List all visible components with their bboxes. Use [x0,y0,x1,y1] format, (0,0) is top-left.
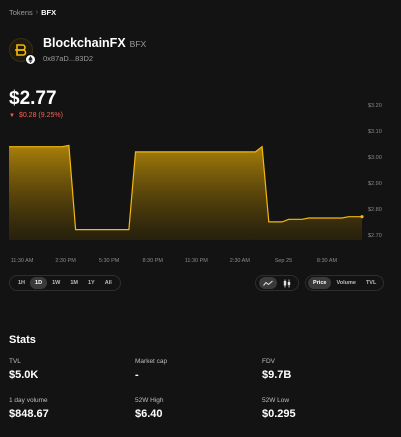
breadcrumb: Tokens › BFX [9,8,56,17]
stat-value: $5.0K [9,369,39,381]
stat-value: $9.7B [262,369,292,381]
metric-button-volume[interactable]: Volume [331,277,360,289]
range-button-1d[interactable]: 1D [30,277,48,289]
stat-52w-high: 52W High $6.40 [135,397,164,420]
time-range-selector: 1H 1D 1W 1M 1Y All [9,275,121,291]
stat-label: FDV [262,358,275,365]
breadcrumb-tokens-link[interactable]: Tokens [9,8,33,17]
x-tick-label: 2:30 PM [55,258,76,264]
x-tick-label: Sep 25 [275,258,292,264]
x-tick-label: 11:30 PM [185,258,209,264]
stat-label: 52W High [135,397,164,404]
candlestick-button[interactable] [278,277,296,289]
stat-label: 1 day volume [9,397,48,404]
range-button-1m[interactable]: 1M [65,277,83,289]
metric-button-tvl[interactable]: TVL [361,277,381,289]
y-tick-label: $2.80 [368,207,382,213]
stat-52w-low: 52W Low $0.295 [262,397,296,420]
x-tick-label: 8:30 PM [142,258,163,264]
range-button-1h[interactable]: 1H [13,277,30,289]
y-tick-label: $2.90 [368,181,382,187]
token-symbol: BFX [129,39,147,49]
price-area [9,145,362,240]
line-chart-button[interactable] [258,277,277,289]
token-header: BlockchainFX BFX 0x87aD...83D2 [9,36,147,65]
stats-title: Stats [9,334,36,346]
y-tick-label: $3.00 [368,155,382,161]
stat-value: $6.40 [135,408,163,420]
stat-value: - [135,369,139,381]
y-tick-label: $3.10 [368,129,382,135]
range-button-1w[interactable]: 1W [47,277,65,289]
y-axis: $3.20 $3.10 $3.00 $2.90 $2.80 $2.70 [368,103,382,239]
stat-fdv: FDV $9.7B [262,358,291,381]
range-button-1y[interactable]: 1Y [83,277,100,289]
stat-label: TVL [9,358,21,365]
price-line-end-point [360,215,364,219]
ethereum-icon [25,53,36,65]
bfx-logo-icon [9,37,36,65]
x-axis: 11:30 AM 2:30 PM 5:30 PM 8:30 PM 11:30 PM 2:3… [11,258,338,264]
stat-value: $0.295 [262,408,296,420]
stat-label: Market cap [135,358,168,365]
range-button-all[interactable]: All [100,277,117,289]
y-tick-label: $2.70 [368,233,382,239]
token-address[interactable]: 0x87aD...83D2 [43,54,146,63]
x-tick-label: 5:30 PM [99,258,120,264]
metric-selector: Price Volume TVL [305,275,385,291]
chevron-right-icon: › [35,9,39,16]
chart-type-toggle [255,275,299,291]
stat-label: 52W Low [262,397,290,404]
stat-market-cap: Market cap - [135,358,167,381]
x-tick-label: 11:30 AM [11,258,34,264]
breadcrumb-current: BFX [41,8,57,17]
stat-value: $848.67 [9,408,49,420]
line-chart-icon [262,280,273,286]
token-name: BlockchainFX [43,36,126,50]
price-chart[interactable]: $3.20 $3.10 $3.00 $2.90 $2.80 $2.70 11:30 AM 2… [0,90,401,270]
candlestick-icon [283,279,290,287]
x-tick-label: 8:30 AM [317,258,338,264]
stat-tvl: TVL $5.0K [9,358,38,381]
y-tick-label: $3.20 [368,103,382,109]
stat-1-day-volume: 1 day volume $848.67 [9,397,49,420]
metric-button-price[interactable]: Price [308,277,332,289]
x-tick-label: 2:30 AM [230,258,251,264]
